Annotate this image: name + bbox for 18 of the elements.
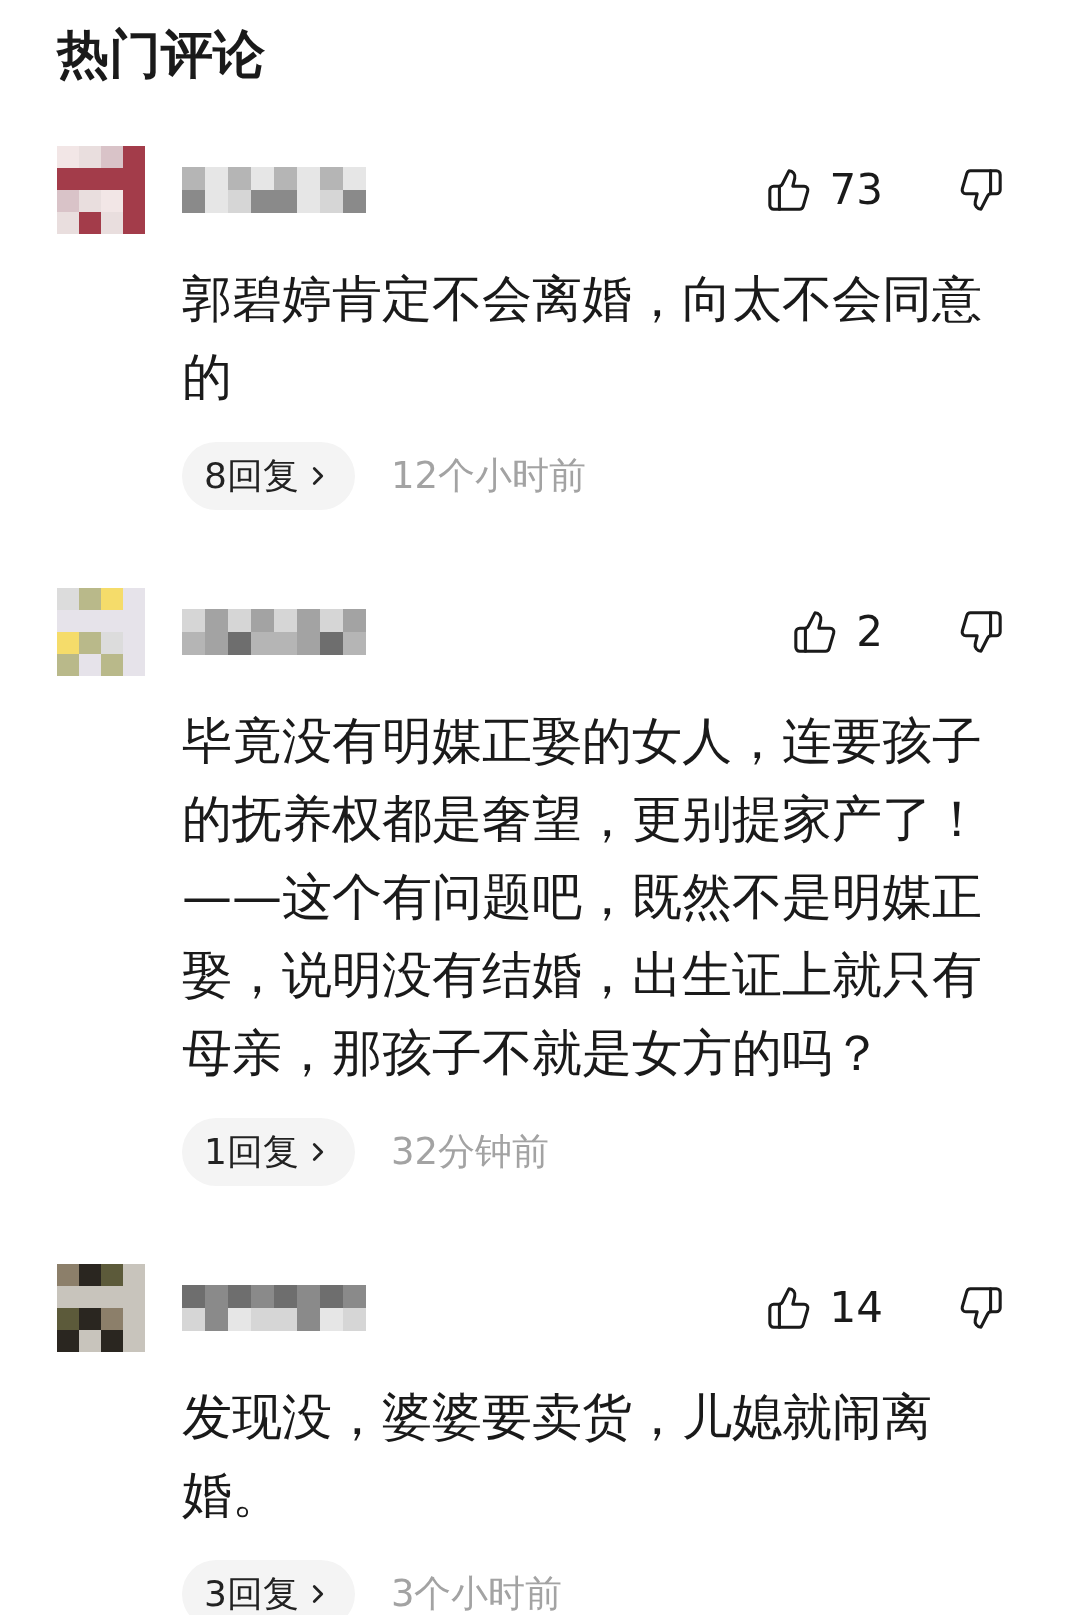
replies-button[interactable]: 8回复 <box>182 442 355 510</box>
thumbs-down-icon[interactable] <box>958 609 1004 655</box>
replies-button[interactable]: 1回复 <box>182 1118 355 1186</box>
like-count: 73 <box>829 165 883 215</box>
thumbs-up-icon[interactable] <box>765 167 812 213</box>
comment-time: 3个小时前 <box>390 1571 563 1615</box>
comment-time: 12个小时前 <box>390 453 586 500</box>
like-count: 14 <box>829 1283 883 1333</box>
thumbs-down-icon[interactable] <box>958 167 1004 213</box>
thumbs-up-icon[interactable] <box>765 1285 812 1331</box>
comment-text: 毕竟没有明媒正娶的女人，连要孩子的抚养权都是奢望，更别提家产了！——这个有问题吧，既然不是明媒正娶，说明没有结婚，出生证上就只有母亲，那孩子不就是女方的吗？ <box>182 711 983 1084</box>
section-title: 热门评论 <box>57 23 265 86</box>
comment-text: 发现没，婆婆要卖货，儿媳就闹离婚。 <box>182 1387 933 1526</box>
like-count: 2 <box>856 607 883 657</box>
replies-button[interactable]: 3回复 <box>182 1560 355 1615</box>
comment-time: 32分钟前 <box>390 1129 549 1176</box>
comment-text: 郭碧婷肯定不会离婚，向太不会同意的 <box>182 269 983 408</box>
thumbs-down-icon[interactable] <box>958 1285 1004 1331</box>
